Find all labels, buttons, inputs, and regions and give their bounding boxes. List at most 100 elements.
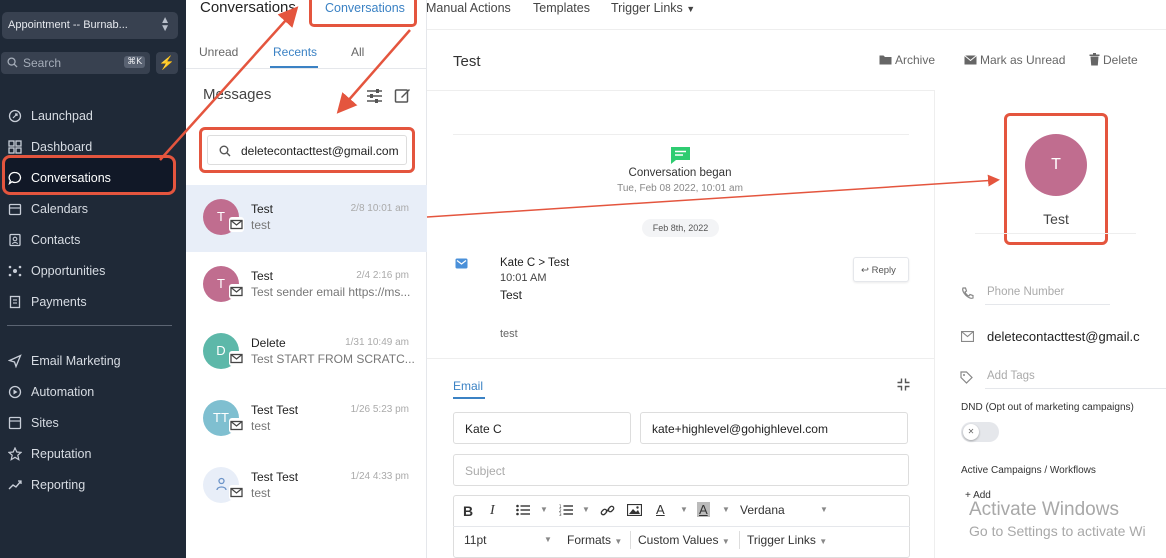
reply-button[interactable]: ↩ Reply	[853, 257, 909, 282]
location-name: Appointment -- Burnab...	[8, 19, 128, 31]
search-input-value: deletecontacttest@gmail.com	[241, 144, 399, 158]
composer-tab-email[interactable]: Email	[453, 379, 483, 393]
conversation-item[interactable]: Test Test 1/24 4:33 pm test	[186, 453, 427, 520]
sidebar-item-email-marketing[interactable]: Email Marketing	[0, 346, 186, 377]
conversation-item[interactable]: T Test 2/8 10:01 am test	[186, 185, 427, 252]
email-channel-icon	[229, 351, 244, 366]
image-icon[interactable]	[627, 504, 642, 516]
avatar-initials: D	[216, 343, 226, 358]
conversation-item[interactable]: D Delete 1/31 10:49 am Test START FROM S…	[186, 319, 427, 386]
sidebar-item-launchpad[interactable]: Launchpad	[0, 101, 186, 132]
chevron-down-icon[interactable]: ▼	[582, 505, 590, 514]
sidebar-item-dashboard[interactable]: Dashboard	[0, 132, 186, 163]
quick-action-bolt-icon[interactable]: ⚡	[156, 52, 178, 74]
contact-divider	[975, 233, 1136, 234]
chevron-down-icon[interactable]: ▼	[680, 505, 688, 514]
messages-heading: Messages	[203, 86, 272, 103]
toolbar-row-divider	[453, 526, 910, 527]
right-panel-divider	[934, 90, 935, 558]
email-icon	[961, 331, 974, 342]
header-divider	[427, 29, 1166, 30]
from-name-field[interactable]: Kate C	[453, 412, 631, 444]
sidebar-item-sites[interactable]: Sites	[0, 408, 186, 439]
reply-label: Reply	[871, 265, 896, 276]
sidebar-item-opportunities[interactable]: Opportunities	[0, 256, 186, 287]
trigger-links-select[interactable]: Trigger Links ▼	[747, 533, 827, 547]
filter-sliders-icon[interactable]	[366, 88, 383, 104]
custom-values-select[interactable]: Custom Values ▼	[638, 533, 730, 547]
tab-all[interactable]: All	[351, 45, 364, 59]
sidebar-item-reporting[interactable]: Reporting	[0, 470, 186, 501]
thread-top-divider	[453, 134, 909, 135]
sidebar-item-reputation[interactable]: Reputation	[0, 439, 186, 470]
mark-unread-button[interactable]: Mark as Unread	[964, 53, 1065, 67]
chevron-down-icon[interactable]: ▼	[722, 505, 730, 514]
composer-tab-underline	[453, 397, 485, 399]
conversation-search-input[interactable]: deletecontacttest@gmail.com	[207, 135, 407, 165]
sidebar-item-calendars[interactable]: Calendars	[0, 194, 186, 225]
tab-conversations[interactable]: Conversations	[325, 1, 405, 15]
tab-recents[interactable]: Recents	[273, 45, 317, 59]
sidebar-item-conversations[interactable]: Conversations	[0, 163, 186, 194]
sidebar-search[interactable]: Search ⌘K	[1, 52, 150, 74]
tags-input[interactable]: Add Tags	[987, 370, 1035, 382]
conversation-item[interactable]: T Test 2/4 2:16 pm Test sender email htt…	[186, 252, 427, 319]
font-size-select[interactable]: 11pt ▼	[464, 533, 552, 547]
search-highlight-box: deletecontacttest@gmail.com	[199, 127, 415, 173]
numbered-list-icon[interactable]: 123	[559, 504, 573, 516]
location-switcher[interactable]: Appointment -- Burnab... ▲ ▼	[2, 12, 178, 39]
compose-icon[interactable]	[394, 87, 411, 104]
tab-manual-actions[interactable]: Manual Actions	[426, 1, 511, 15]
receipt-icon	[9, 295, 21, 309]
dnd-label: DND (Opt out of marketing campaigns)	[961, 402, 1134, 413]
conversation-date: 1/24 4:33 pm	[350, 471, 409, 482]
sidebar-item-label: Automation	[31, 385, 95, 399]
thread-header-divider	[427, 90, 934, 91]
avatar-initials: T	[217, 209, 225, 224]
sidebar-item-contacts[interactable]: Contacts	[0, 225, 186, 256]
email-channel-icon	[229, 418, 244, 433]
sidebar-item-label: Launchpad	[31, 109, 93, 123]
archive-button[interactable]: Archive	[879, 53, 935, 67]
italic-icon[interactable]: I	[490, 503, 495, 519]
font-family-select[interactable]: Verdana ▼	[740, 503, 828, 517]
phone-icon	[962, 287, 974, 299]
svg-text:3: 3	[559, 512, 562, 516]
contact-email-field[interactable]: deletecontacttest@gmail.c	[987, 329, 1140, 344]
formats-select[interactable]: Formats ▼	[567, 533, 622, 547]
subject-field[interactable]: Subject	[453, 454, 909, 486]
trash-icon	[1089, 53, 1100, 66]
from-email-field[interactable]: kate+highlevel@gohighlevel.com	[640, 412, 908, 444]
tab-unread[interactable]: Unread	[199, 45, 238, 59]
bold-icon[interactable]: B	[463, 503, 473, 519]
phone-field[interactable]: Phone Number	[987, 286, 1064, 298]
email-message-icon	[455, 258, 468, 269]
text-color-icon[interactable]: A	[656, 502, 665, 517]
close-icon: ✕	[963, 424, 979, 440]
chevron-down-icon[interactable]: ▼	[540, 505, 548, 514]
date-separator: Feb 8th, 2022	[642, 219, 719, 237]
active-tab-underline	[270, 66, 318, 68]
contacts-icon	[9, 233, 21, 247]
bullet-list-icon[interactable]	[516, 504, 530, 516]
message-time: 10:01 AM	[500, 272, 547, 284]
highlight-color-icon[interactable]: A	[697, 502, 710, 517]
collapse-icon[interactable]	[897, 378, 910, 391]
tab-trigger-links[interactable]: Trigger Links ▼	[611, 1, 695, 15]
sidebar-item-payments[interactable]: Payments	[0, 287, 186, 318]
email-channel-icon	[229, 217, 244, 232]
sidebar: Appointment -- Burnab... ▲ ▼ Search ⌘K ⚡ …	[0, 0, 186, 558]
sidebar-item-label: Calendars	[31, 202, 88, 216]
dnd-toggle[interactable]: ✕	[961, 422, 999, 442]
activation-watermark-title: Activate Windows	[969, 499, 1119, 520]
delete-button[interactable]: Delete	[1089, 53, 1138, 67]
automation-icon	[8, 385, 22, 399]
sidebar-item-automation[interactable]: Automation	[0, 377, 186, 408]
link-icon[interactable]	[600, 503, 615, 518]
tab-templates[interactable]: Templates	[533, 1, 590, 15]
chevron-updown-icon: ▲ ▼	[160, 15, 170, 34]
conversation-date: 1/31 10:49 am	[345, 337, 409, 348]
composer-divider	[427, 358, 934, 359]
conversation-item[interactable]: TT Test Test 1/26 5:23 pm test	[186, 386, 427, 453]
sidebar-item-label: Reporting	[31, 478, 86, 492]
